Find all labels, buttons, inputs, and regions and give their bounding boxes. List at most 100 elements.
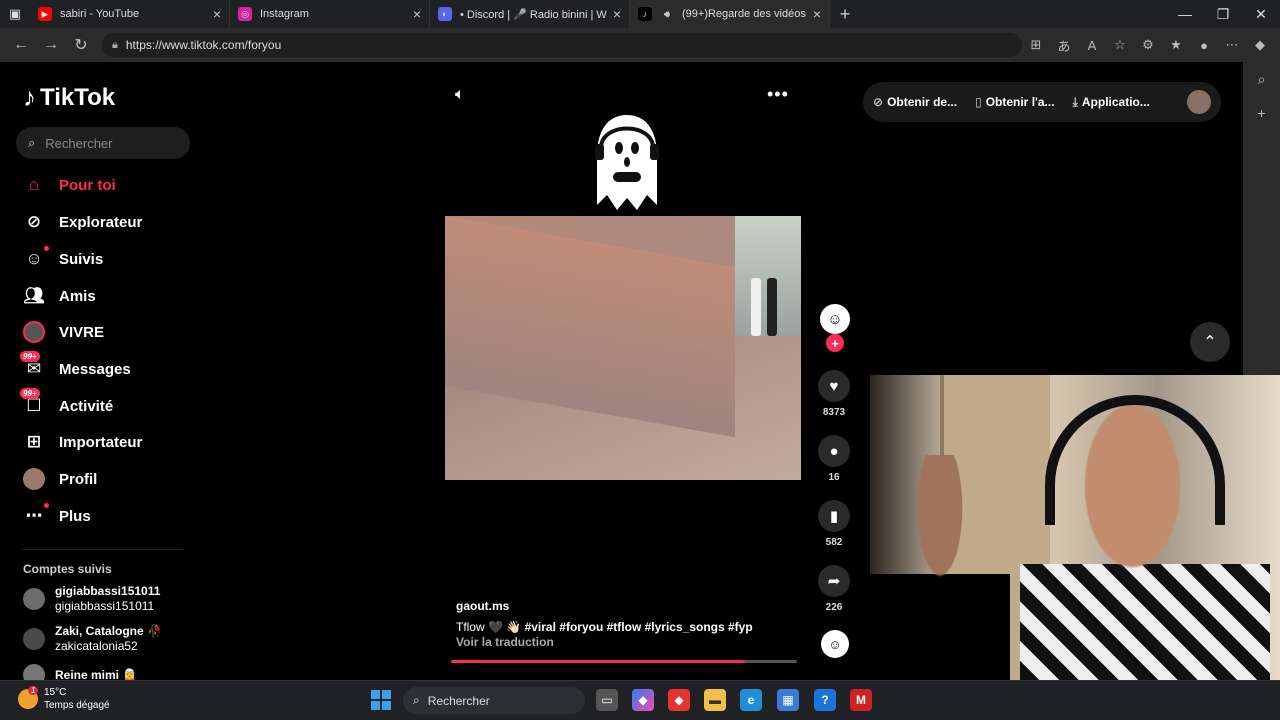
settings-more-icon[interactable]: ⋯ [1218, 37, 1246, 53]
search-input[interactable]: ⌕ Rechercher [16, 127, 190, 159]
copilot-icon[interactable]: ◆ [1246, 37, 1274, 53]
nav-label: Suivis [59, 250, 104, 268]
url-field[interactable]: 🔒︎ https://www.tiktok.com/foryou [102, 33, 1022, 57]
top-actions-bar: ⊘ Obtenir de... ▯ Obtenir l'a... ⤓ Applicat… [863, 82, 1221, 122]
help-icon[interactable]: ? [814, 689, 836, 711]
nav-item-explorateur[interactable]: ⊘ Explorateur [23, 211, 142, 233]
avatar [23, 628, 45, 650]
tab-instagram[interactable]: ◎ Instagram × [230, 0, 430, 28]
tab-title: sabiri - YouTube [60, 8, 140, 20]
copilot-app-icon[interactable]: ◆ [632, 689, 654, 711]
mcafee-icon[interactable]: M [850, 689, 872, 711]
translate-link[interactable]: Voir la traduction [456, 635, 554, 649]
caption-text: Tflow 🖤 👋🏻 [456, 620, 522, 634]
desktop-app-button[interactable]: ⤓ Applicatio... [1073, 95, 1150, 110]
bookmark-icon: ▮ [818, 500, 850, 532]
followed-account[interactable]: Reine mimi 🧝 [23, 664, 137, 680]
video-username[interactable]: gaout.ms [456, 599, 509, 613]
tab-title: • Discord | 🎤 Radio binini | Wlad [460, 8, 607, 21]
save-button[interactable]: ▮ 582 [817, 500, 851, 548]
video-frame-person [751, 278, 761, 336]
new-tab-button[interactable]: + [830, 4, 860, 25]
creator-avatar[interactable]: ☺ [820, 304, 850, 334]
nav-label: Activité [59, 397, 114, 415]
volume-icon[interactable]: 🔈︎ [455, 86, 465, 104]
avatar [23, 588, 45, 610]
file-explorer-icon[interactable]: ▬ [704, 689, 726, 711]
lock-icon[interactable]: 🔒︎ [112, 39, 118, 52]
messages-icon: ✉ 99+ [20, 351, 45, 380]
taskbar-search[interactable]: ⌕ Rechercher [403, 687, 585, 714]
notification-dot [44, 246, 49, 251]
weather-widget[interactable]: 1 15°C Temps dégagé [18, 686, 110, 712]
ghost-logo-image [595, 115, 659, 210]
tab-tiktok[interactable]: ♪ 🔊︎ (99+)Regarde des vidéos ter × [630, 0, 830, 28]
more-icon: ⋯ [23, 503, 49, 527]
nav-item-suivis[interactable]: ☺ Suivis [23, 246, 104, 270]
nav-item-vivre[interactable]: VIVRE [23, 321, 104, 343]
speaker-icon[interactable]: 🔊︎ [660, 7, 674, 21]
nav-item-amis[interactable]: 👥︎ Amis [23, 285, 95, 307]
close-tab-icon[interactable]: × [613, 6, 621, 22]
get-app-button[interactable]: ▯ Obtenir l'a... [975, 95, 1054, 109]
tab-youtube[interactable]: ▶ sabiri - YouTube × [30, 0, 230, 28]
nav-label: VIVRE [59, 323, 105, 341]
favorites-icon[interactable]: ★ [1162, 37, 1190, 53]
close-tab-icon[interactable]: × [213, 6, 221, 22]
translate-icon[interactable]: あ [1050, 36, 1078, 55]
close-window-icon[interactable]: ✕ [1242, 6, 1280, 23]
tab-actions-icon[interactable]: ▣ [0, 0, 30, 28]
nav-item-activite[interactable]: ☐ 99+ Activité [20, 388, 114, 417]
youtube-icon: ▶ [38, 7, 52, 21]
back-icon[interactable]: ← [6, 36, 36, 54]
nav-item-plus[interactable]: ⋯ Plus [23, 503, 91, 527]
progress-fill [451, 660, 746, 663]
followed-account[interactable]: gigiabbassi151011 gigiabbassi151011 [23, 584, 160, 614]
tiktok-logo[interactable]: ♪ TikTok [23, 82, 115, 113]
read-aloud-icon[interactable]: A [1078, 38, 1106, 53]
search-icon[interactable]: ⌕ [1243, 62, 1280, 96]
app-available-icon[interactable]: ⊞ [1022, 37, 1050, 53]
forward-icon[interactable]: → [36, 36, 66, 54]
comment-button[interactable]: ● 16 [817, 435, 851, 483]
caption-hashtags[interactable]: #viral #foryou #tflow #lyrics_songs #fyp [525, 620, 753, 634]
follow-plus-button[interactable]: + [826, 334, 844, 352]
nav-item-pour-toi[interactable]: ⌂ Pour toi [23, 174, 116, 196]
red-app-icon[interactable]: ◆ [668, 689, 690, 711]
followed-account[interactable]: Zaki, Catalogne 🥀 zakicatalonia52 [23, 624, 162, 654]
user-avatar[interactable] [1187, 90, 1211, 114]
logo-text: TikTok [40, 83, 116, 111]
coin-icon: ⊘ [873, 95, 884, 109]
refresh-icon[interactable]: ↻ [66, 35, 96, 55]
video-progress-bar[interactable] [451, 660, 797, 663]
instagram-icon: ◎ [238, 7, 252, 21]
like-button[interactable]: ♥ 8373 [817, 370, 851, 418]
video-more-icon[interactable]: ••• [767, 84, 789, 105]
profile-icon[interactable]: ● [1190, 38, 1218, 53]
add-icon[interactable]: + [1243, 96, 1280, 130]
nav-item-importateur[interactable]: ⊞ Importateur [23, 431, 142, 453]
maximize-icon[interactable]: ❐ [1204, 6, 1242, 23]
extensions-icon[interactable]: ⚙ [1134, 37, 1162, 53]
previous-video-button[interactable]: ⌃ [1190, 322, 1230, 362]
edge-browser-icon[interactable]: e [740, 689, 762, 711]
tab-discord[interactable]: ◐ • Discord | 🎤 Radio binini | Wlad × [430, 0, 630, 28]
windows-start-icon[interactable] [371, 690, 391, 710]
close-tab-icon[interactable]: × [413, 6, 421, 22]
account-handle: gigiabbassi151011 [55, 599, 155, 613]
webcam-overlay-image [870, 375, 1280, 720]
share-button[interactable]: ➦ 226 [817, 565, 851, 613]
minimize-icon[interactable]: — [1166, 6, 1204, 23]
get-coins-button[interactable]: ⊘ Obtenir de... [873, 95, 957, 109]
nav-item-messages[interactable]: ✉ 99+ Messages [20, 351, 131, 380]
weather-badge: 1 [28, 686, 39, 695]
music-disc-icon[interactable]: ☺ [821, 630, 849, 658]
heart-icon: ♥ [818, 370, 850, 402]
video-player[interactable] [445, 216, 801, 480]
close-tab-icon[interactable]: × [813, 6, 821, 22]
task-view-icon[interactable]: ▭ [596, 689, 618, 711]
store-icon[interactable]: ▦ [777, 689, 799, 711]
nav-item-profil[interactable]: Profil [23, 468, 97, 490]
top-action-label: Obtenir de... [887, 95, 958, 109]
favorite-star-icon[interactable]: ☆ [1106, 37, 1134, 53]
